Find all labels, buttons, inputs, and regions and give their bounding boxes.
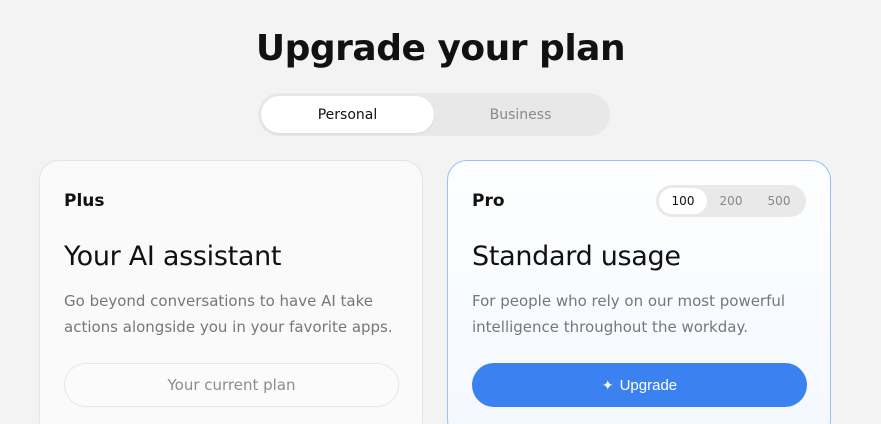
upgrade-plan-page: Upgrade your plan Personal Business Plus… — [0, 0, 881, 424]
toggle-option-business[interactable]: Business — [434, 96, 607, 133]
plan-card-pro: Pro 100 200 500 Standard usage For peopl… — [447, 160, 831, 424]
plan-headline: Standard usage — [472, 241, 681, 272]
plan-description: For people who rely on our most powerful… — [472, 292, 786, 336]
sparkle-icon: ✦ — [601, 377, 614, 393]
usage-selector: 100 200 500 — [656, 185, 806, 217]
plan-description: Go beyond conversations to have AI take … — [64, 292, 393, 336]
plan-headline: Your AI assistant — [64, 241, 282, 272]
usage-option-100[interactable]: 100 — [659, 188, 707, 214]
plan-type-toggle: Personal Business — [258, 93, 610, 136]
usage-option-500[interactable]: 500 — [755, 188, 803, 214]
current-plan-button: Your current plan — [64, 363, 399, 407]
upgrade-button[interactable]: ✦ Upgrade — [472, 363, 807, 407]
upgrade-button-label: Upgrade — [619, 376, 678, 394]
toggle-option-personal[interactable]: Personal — [261, 96, 434, 133]
usage-option-200[interactable]: 200 — [707, 188, 755, 214]
page-title: Upgrade your plan — [255, 28, 626, 69]
plan-name: Plus — [64, 191, 105, 211]
plan-name: Pro — [472, 191, 505, 211]
plan-card-plus: Plus Your AI assistant Go beyond convers… — [39, 160, 423, 424]
